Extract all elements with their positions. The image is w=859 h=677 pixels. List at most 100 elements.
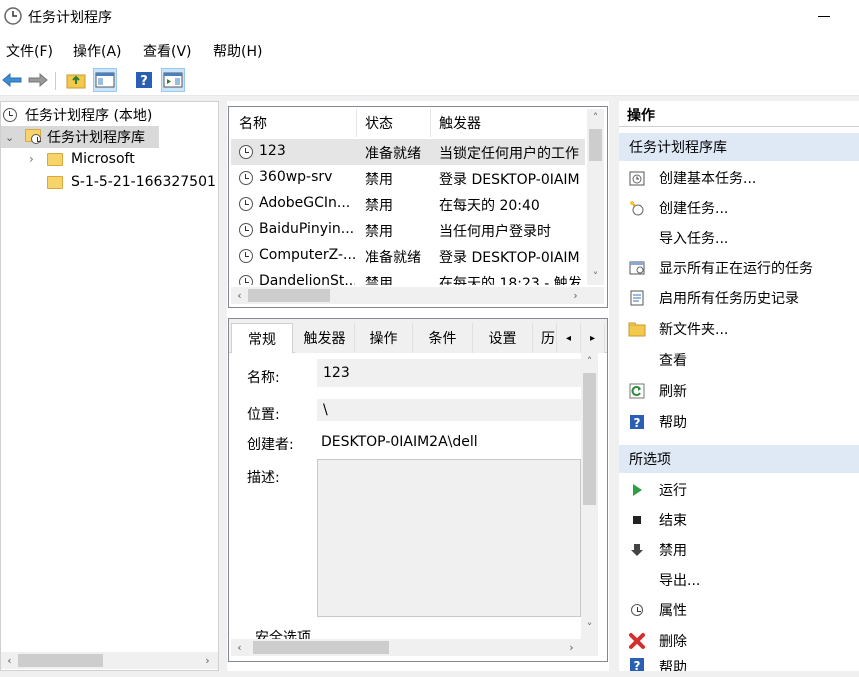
section-library-header[interactable]: 任务计划程序库 xyxy=(619,133,859,161)
scroll-left-icon[interactable]: ‹ xyxy=(231,639,248,656)
tree-item-sid[interactable]: S-1-5-21-166327501 xyxy=(1,171,218,193)
tree-root-label: 任务计划程序 (本地) xyxy=(25,108,153,124)
action-label: 禁用 xyxy=(659,543,687,559)
menu-bar: 文件(F) 操作(A) 查看(V) 帮助(H) xyxy=(0,38,859,62)
show-hide-action-pane-button[interactable] xyxy=(161,68,185,92)
task-row[interactable]: ComputerZ-... 准备就绪 登录 DESKTOP-0IAIM xyxy=(231,243,585,269)
column-header-name[interactable]: 名称 xyxy=(231,109,357,137)
tree-root-local[interactable]: 任务计划程序 (本地) xyxy=(1,104,218,126)
tab-scroll-right-icon[interactable]: ▸ xyxy=(581,323,605,353)
scroll-up-icon[interactable]: ˄ xyxy=(581,353,598,370)
scroll-down-icon[interactable]: ˅ xyxy=(581,619,598,636)
minimize-button[interactable] xyxy=(818,16,830,17)
action-refresh[interactable]: 刷新 xyxy=(619,376,859,406)
column-header-trigger[interactable]: 触发器 xyxy=(431,109,585,137)
scroll-thumb[interactable] xyxy=(589,129,602,161)
tab-settings[interactable]: 设置 xyxy=(473,323,533,353)
forward-button[interactable] xyxy=(26,68,50,92)
scroll-thumb[interactable] xyxy=(253,641,389,654)
action-label: 属性 xyxy=(659,603,687,619)
scroll-thumb[interactable] xyxy=(18,654,103,667)
location-field[interactable]: \ xyxy=(317,399,581,421)
tab-history[interactable]: 历 xyxy=(533,323,557,353)
task-name: 360wp-srv xyxy=(259,169,333,185)
action-label: 刷新 xyxy=(659,384,687,400)
action-create-task[interactable]: 创建任务... xyxy=(619,193,859,223)
up-folder-button[interactable] xyxy=(64,68,88,92)
scroll-up-icon[interactable]: ˄ xyxy=(587,109,604,126)
task-row[interactable]: BaiduPinyin... 禁用 当任何用户登录时 xyxy=(231,217,585,243)
action-export[interactable]: 导出... xyxy=(619,565,859,595)
scroll-right-icon[interactable]: › xyxy=(199,652,216,669)
list-vertical-scrollbar[interactable]: ˄ ˅ xyxy=(587,109,604,285)
task-name: BaiduPinyin... xyxy=(259,221,355,237)
task-row[interactable]: DandelionSt... 禁用 在每天的 18:23 - 触发 xyxy=(231,269,585,285)
tree-horizontal-scrollbar[interactable]: ‹ › xyxy=(1,652,218,669)
task-name: AdobeGCIn... xyxy=(259,195,351,211)
action-create-basic-task[interactable]: 创建基本任务... xyxy=(619,163,859,193)
calendar-wand-icon xyxy=(627,170,647,186)
action-display-running-tasks[interactable]: 显示所有正在运行的任务 xyxy=(619,253,859,283)
scroll-thumb[interactable] xyxy=(248,289,330,302)
task-status: 禁用 xyxy=(365,172,393,188)
menu-action[interactable]: 操作(A) xyxy=(73,41,122,61)
list-horizontal-scrollbar[interactable]: ‹ › xyxy=(231,287,587,304)
action-import-task[interactable]: 导入任务... xyxy=(619,223,859,253)
scroll-thumb[interactable] xyxy=(583,373,596,505)
toolbar: ? xyxy=(0,64,859,96)
help-button[interactable]: ? xyxy=(132,68,156,92)
tab-general[interactable]: 常规 xyxy=(231,323,293,353)
help-icon: ? xyxy=(627,657,647,671)
action-help[interactable]: ? 帮助 xyxy=(619,407,859,437)
section-selected-header[interactable]: 所选项 xyxy=(619,445,859,473)
action-view[interactable]: 查看 xyxy=(619,345,859,375)
action-new-folder[interactable]: 新文件夹... xyxy=(619,314,859,344)
task-row[interactable]: 123 准备就绪 当锁定任何用户的工作 xyxy=(231,139,585,165)
tab-actions[interactable]: 操作 xyxy=(355,323,413,353)
scroll-down-icon[interactable]: ˅ xyxy=(587,268,604,285)
tab-conditions[interactable]: 条件 xyxy=(413,323,473,353)
scroll-left-icon[interactable]: ‹ xyxy=(1,652,18,669)
name-field[interactable]: 123 xyxy=(317,359,581,387)
action-delete[interactable]: 删除 xyxy=(619,626,859,656)
tab-scroll-left-icon[interactable]: ◂ xyxy=(557,323,581,353)
task-status: 准备就绪 xyxy=(365,250,421,266)
details-vertical-scrollbar[interactable]: ˄ ˅ xyxy=(581,353,598,639)
task-clock-icon xyxy=(239,171,253,185)
tree-item-library[interactable]: ⌄ 任务计划程序库 xyxy=(1,126,159,148)
scroll-right-icon[interactable]: › xyxy=(563,639,580,656)
description-field[interactable] xyxy=(317,459,581,617)
action-disable[interactable]: 禁用 xyxy=(619,535,859,565)
help-icon: ? xyxy=(136,72,152,89)
action-label: 导入任务... xyxy=(659,231,729,247)
action-label: 创建任务... xyxy=(659,201,729,217)
running-tasks-icon xyxy=(627,260,647,276)
action-label: 导出... xyxy=(659,573,701,589)
chevron-right-icon[interactable]: › xyxy=(29,152,43,166)
menu-help[interactable]: 帮助(H) xyxy=(213,41,262,61)
column-header-status[interactable]: 状态 xyxy=(357,109,431,137)
task-trigger: 登录 DESKTOP-0IAIM xyxy=(439,172,580,188)
action-end[interactable]: 结束 xyxy=(619,505,859,535)
chevron-down-icon[interactable]: ⌄ xyxy=(5,131,19,144)
scroll-right-icon[interactable]: › xyxy=(567,287,584,304)
action-enable-history[interactable]: 启用所有任务历史记录 xyxy=(619,283,859,313)
details-horizontal-scrollbar[interactable]: ‹ › xyxy=(231,639,581,656)
action-run[interactable]: 运行 xyxy=(619,475,859,505)
action-label: 帮助 xyxy=(659,415,687,431)
task-row[interactable]: AdobeGCIn... 禁用 在每天的 20:40 xyxy=(231,191,585,217)
scroll-left-icon[interactable]: ‹ xyxy=(231,287,248,304)
back-button[interactable] xyxy=(0,68,24,92)
description-label: 描述: xyxy=(247,470,280,486)
author-field[interactable]: DESKTOP-0IAIM2A\dell xyxy=(315,429,581,455)
menu-file[interactable]: 文件(F) xyxy=(6,41,53,61)
action-properties[interactable]: 属性 xyxy=(619,595,859,625)
tree-item-microsoft[interactable]: › Microsoft xyxy=(1,148,218,170)
action-label: 运行 xyxy=(659,483,687,499)
menu-view[interactable]: 查看(V) xyxy=(143,41,192,61)
action-help-selected[interactable]: ? 帮助 xyxy=(619,657,859,671)
tab-triggers[interactable]: 触发器 xyxy=(295,323,355,353)
task-row[interactable]: 360wp-srv 禁用 登录 DESKTOP-0IAIM xyxy=(231,165,585,191)
window-title: 任务计划程序 xyxy=(28,10,112,26)
show-hide-tree-button[interactable] xyxy=(93,68,117,92)
